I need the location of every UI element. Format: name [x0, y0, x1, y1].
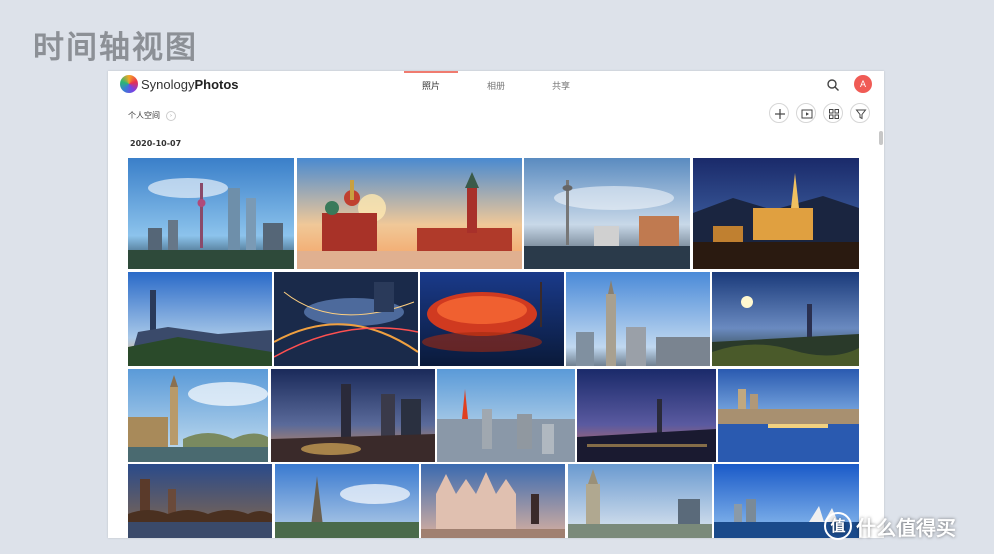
photo-big-ben[interactable]	[128, 369, 268, 462]
photo-taipei-sunset[interactable]	[712, 272, 859, 366]
photo-milan-cathedral[interactable]	[421, 464, 565, 538]
photo-taipei-101[interactable]	[128, 272, 272, 366]
scrollbar[interactable]	[879, 131, 883, 145]
active-tab-indicator	[404, 71, 458, 73]
slide-title: 时间轴视图	[33, 30, 198, 66]
photo-night-interchange[interactable]	[274, 272, 418, 366]
watermark-text: 什么值得买	[856, 515, 956, 540]
synology-photos-logo-icon	[120, 75, 138, 93]
add-icon	[775, 109, 785, 119]
grid-icon	[829, 109, 839, 119]
tab-photos[interactable]: 照片	[406, 79, 456, 92]
watermark: 值 什么值得买	[824, 511, 956, 541]
photo-dusseldorf-tower[interactable]	[524, 158, 690, 269]
date-header: 2020-10-07	[130, 139, 182, 148]
photo-empire-state[interactable]	[566, 272, 710, 366]
photo-city-dusk[interactable]	[271, 369, 435, 462]
brand-bold: Photos	[194, 77, 239, 92]
photo-shanghai-skyline[interactable]	[128, 158, 294, 269]
photo-night-castle[interactable]	[693, 158, 859, 269]
add-button[interactable]	[769, 103, 789, 123]
watermark-logo-icon: 值	[824, 512, 852, 540]
tab-albums[interactable]: 相册	[471, 79, 521, 92]
photo-moscow-red-square[interactable]	[297, 158, 522, 269]
tab-shared[interactable]: 共享	[536, 79, 586, 92]
search-icon[interactable]	[826, 77, 840, 91]
slideshow-icon	[801, 109, 813, 119]
avatar[interactable]: A	[854, 75, 872, 93]
slideshow-button[interactable]	[796, 103, 816, 123]
top-bar: SynologyPhotos 照片 相册 共享 A	[108, 71, 884, 99]
photo-tokyo-tower[interactable]	[437, 369, 575, 462]
filter-button[interactable]	[850, 103, 870, 123]
chevron-right-icon[interactable]: ›	[166, 111, 176, 121]
photo-warsaw-palace[interactable]	[568, 464, 712, 538]
filter-icon	[855, 109, 867, 120]
photo-eiffel-tower[interactable]	[275, 464, 419, 538]
photo-birds-nest-stadium[interactable]	[420, 272, 564, 366]
photo-taipei-night[interactable]	[577, 369, 716, 462]
brand-light: Synology	[141, 77, 195, 92]
photos-app-window: SynologyPhotos 照片 相册 共享 A 个人空间 › 2020-10…	[108, 71, 884, 538]
app-brand: SynologyPhotos	[141, 77, 239, 92]
photo-prague-bridge[interactable]	[128, 464, 272, 538]
grid-view-button[interactable]	[823, 103, 843, 123]
personal-space-label[interactable]: 个人空间	[128, 110, 160, 121]
photo-zurich-river[interactable]	[718, 369, 859, 462]
